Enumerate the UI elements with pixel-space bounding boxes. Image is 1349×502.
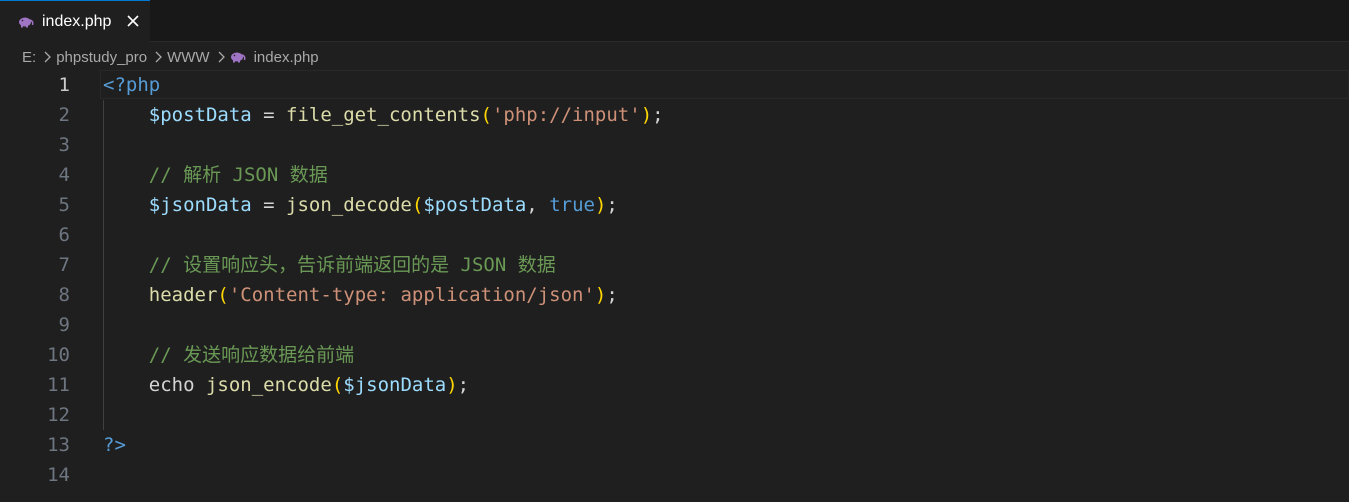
code-line[interactable]: 10 // 发送响应数据给前端 <box>0 340 1349 370</box>
close-icon[interactable] <box>124 12 142 30</box>
chevron-right-icon <box>214 50 228 64</box>
code-text: ?> <box>103 430 126 460</box>
code-line[interactable]: 2 $postData = file_get_contents('php://i… <box>0 100 1349 130</box>
chevron-right-icon <box>40 50 54 64</box>
code-text: echo json_encode($jsonData); <box>103 370 469 400</box>
code-line[interactable]: 6 <box>0 220 1349 250</box>
breadcrumb-item-www[interactable]: WWW <box>167 49 209 66</box>
line-number: 14 <box>47 464 70 486</box>
line-number: 5 <box>58 194 70 216</box>
breadcrumb-item-file[interactable]: index.php <box>254 49 319 66</box>
line-number: 7 <box>58 254 70 276</box>
line-number: 4 <box>58 164 70 186</box>
code-text: // 设置响应头，告诉前端返回的是 JSON 数据 <box>103 250 556 280</box>
code-token: 'Content-type: application/json' <box>228 284 595 306</box>
php-elephant-icon <box>230 51 246 63</box>
line-number: 6 <box>58 224 70 246</box>
code-token: ) <box>594 194 607 216</box>
tab-index-php[interactable]: index.php <box>0 0 150 42</box>
code-token: $jsonData <box>343 374 447 396</box>
breadcrumb: E: phpstudy_pro WWW index.php <box>0 43 1349 71</box>
code-line[interactable]: 1 <?php <box>0 70 1349 100</box>
code-line[interactable]: 11 echo json_encode($jsonData); <box>0 370 1349 400</box>
code-token: $postData <box>148 104 252 126</box>
code-token: json_encode <box>205 374 332 396</box>
code-text: <?php <box>103 70 160 100</box>
line-number: 13 <box>47 434 70 456</box>
line-number: 10 <box>47 344 70 366</box>
code-token: ; <box>457 374 470 396</box>
code-token: json_decode <box>286 194 412 216</box>
code-editor[interactable]: 1 <?php 2 $postData = file_get_contents('p… <box>0 70 1349 502</box>
code-token: ( <box>411 194 424 216</box>
code-line[interactable]: 8 header('Content-type: application/json… <box>0 280 1349 310</box>
code-token: // 设置响应头，告诉前端返回的是 JSON 数据 <box>148 254 556 276</box>
code-token: ( <box>331 374 344 396</box>
code-token: 'php://input' <box>491 104 641 126</box>
code-token: ?> <box>103 434 126 456</box>
code-line[interactable]: 7 // 设置响应头，告诉前端返回的是 JSON 数据 <box>0 250 1349 280</box>
code-token: ( <box>217 284 229 306</box>
code-token: // 发送响应数据给前端 <box>148 344 355 366</box>
code-text: // 发送响应数据给前端 <box>103 340 354 370</box>
line-number: 11 <box>47 374 70 396</box>
tab-label: index.php <box>42 12 112 30</box>
code-token: $jsonData <box>148 194 252 216</box>
breadcrumb-item-drive[interactable]: E: <box>22 49 36 66</box>
code-token: // 解析 JSON 数据 <box>148 164 328 186</box>
code-token: <?php <box>103 74 161 96</box>
code-line[interactable]: 4 // 解析 JSON 数据 <box>0 160 1349 190</box>
code-token: ; <box>652 104 664 126</box>
code-text: $jsonData = json_decode($postData, true)… <box>103 190 618 220</box>
line-number: 3 <box>58 134 70 156</box>
code-text: $postData = file_get_contents('php://inp… <box>103 100 664 130</box>
code-token: header <box>148 284 218 306</box>
code-token: = <box>251 194 287 216</box>
chevron-right-icon <box>151 50 165 64</box>
code-token: ) <box>594 284 607 306</box>
code-token: file_get_contents <box>286 104 481 126</box>
code-token: ; <box>606 194 618 216</box>
code-token: echo <box>148 374 206 396</box>
code-line[interactable]: 14 <box>0 460 1349 490</box>
code-token: ) <box>446 374 458 396</box>
tab-bar: index.php <box>0 0 1349 42</box>
code-line[interactable]: 5 $jsonData = json_decode($postData, tru… <box>0 190 1349 220</box>
code-line[interactable]: 13 ?> <box>0 430 1349 460</box>
code-token: ( <box>480 104 492 126</box>
code-line[interactable]: 9 <box>0 310 1349 340</box>
code-token: = <box>251 104 287 126</box>
line-number: 8 <box>58 284 70 306</box>
line-number: 12 <box>47 404 70 426</box>
code-token: $postData <box>423 194 527 216</box>
code-token: ) <box>640 104 653 126</box>
breadcrumb-item-phpstudy[interactable]: phpstudy_pro <box>56 49 147 66</box>
code-text: // 解析 JSON 数据 <box>103 160 328 190</box>
line-number: 9 <box>58 314 70 336</box>
code-token: ; <box>606 284 618 306</box>
line-number: 2 <box>58 104 70 126</box>
code-text: header('Content-type: application/json')… <box>103 280 618 310</box>
code-token: true <box>549 194 595 216</box>
code-line[interactable]: 12 <box>0 400 1349 430</box>
php-elephant-icon <box>18 16 34 28</box>
code-token: , <box>526 194 550 216</box>
line-number: 1 <box>58 74 70 96</box>
code-line[interactable]: 3 <box>0 130 1349 160</box>
